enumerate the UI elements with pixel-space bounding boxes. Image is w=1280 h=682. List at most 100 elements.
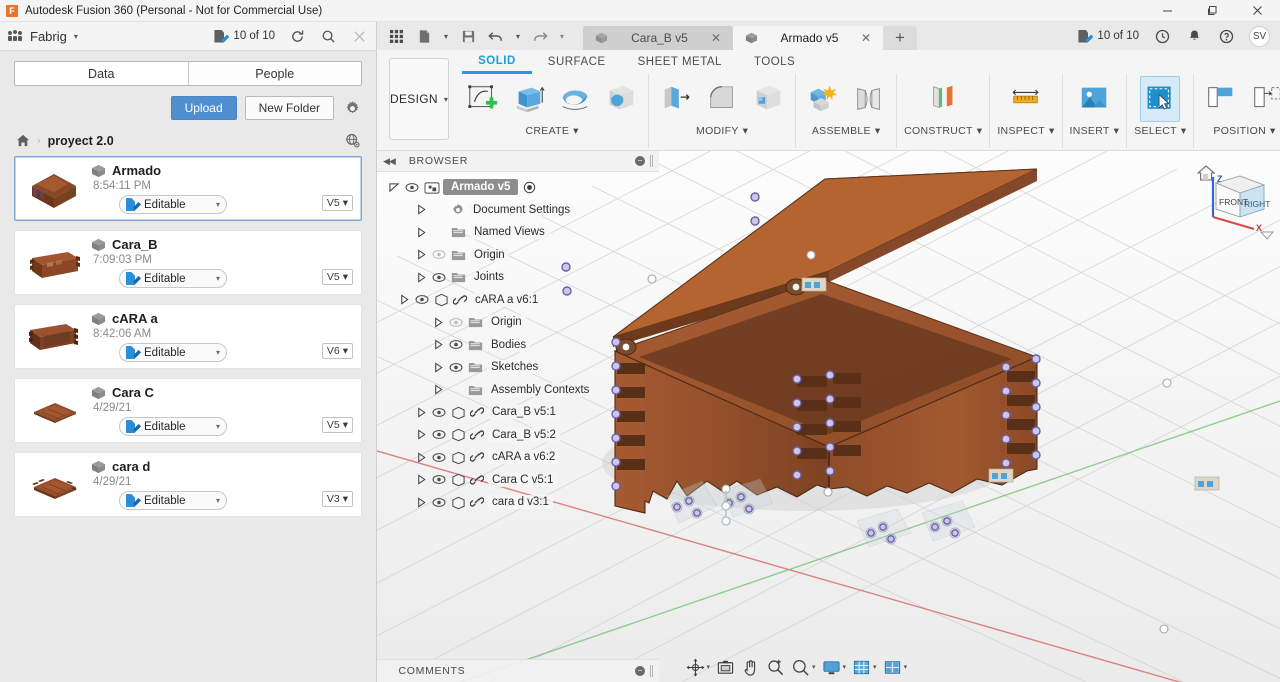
tree-node-root[interactable]: Armado v5	[377, 176, 659, 199]
extrude-icon[interactable]	[509, 76, 549, 122]
expand-triangle-icon[interactable]	[433, 339, 444, 350]
tree-node[interactable]: Assembly Contexts	[377, 379, 659, 402]
expand-triangle-icon[interactable]	[416, 204, 427, 215]
tree-node[interactable]: Cara_B v5:1	[377, 401, 659, 424]
zoom-icon[interactable]: ▾	[789, 655, 818, 679]
expand-triangle-icon[interactable]	[416, 227, 427, 238]
redo-dropdown-icon[interactable]: ▾	[555, 24, 569, 48]
panel-label[interactable]: CREATE ▾	[526, 125, 579, 137]
panel-label[interactable]: MODIFY ▾	[696, 125, 748, 137]
grid-snaps-icon[interactable]: ▾	[850, 655, 879, 679]
viewport-3d[interactable]: ◀◀ BROWSER − Armado v5 Document Settings…	[377, 151, 1280, 682]
visibility-eye-icon[interactable]	[449, 317, 463, 328]
visibility-eye-icon[interactable]	[432, 474, 446, 485]
tree-node[interactable]: Cara C v5:1	[377, 469, 659, 492]
save-icon[interactable]	[455, 24, 481, 48]
revolve-icon[interactable]	[555, 76, 595, 122]
collapse-comments-icon[interactable]	[383, 666, 385, 676]
bell-icon[interactable]	[1185, 27, 1203, 45]
visibility-eye-icon[interactable]	[432, 249, 446, 260]
minimize-comments-icon[interactable]: −	[635, 666, 645, 676]
visibility-eye-icon[interactable]	[405, 182, 419, 193]
job-status[interactable]: 10 of 10	[1078, 29, 1139, 43]
tab-tools[interactable]: TOOLS	[738, 50, 811, 74]
tree-node[interactable]: Sketches	[377, 356, 659, 379]
tab-solid[interactable]: SOLID	[462, 50, 532, 74]
new-component-icon[interactable]	[803, 76, 843, 122]
new-folder-button[interactable]: New Folder	[244, 96, 334, 120]
fillet-icon[interactable]	[702, 76, 742, 122]
app-grid-icon[interactable]	[383, 24, 409, 48]
expand-triangle-icon[interactable]	[389, 182, 400, 193]
close-button[interactable]	[1235, 0, 1280, 22]
radio-on-icon[interactable]	[523, 181, 536, 194]
minimize-panel-icon[interactable]: −	[635, 156, 645, 166]
hub-selector[interactable]: Fabrig ▾	[8, 29, 78, 44]
visibility-eye-icon[interactable]	[449, 362, 463, 373]
view-cube[interactable]: Z X FRONT RIGHT	[1188, 155, 1274, 241]
visibility-eye-icon[interactable]	[432, 272, 446, 283]
expand-triangle-icon[interactable]	[416, 272, 427, 283]
maximize-button[interactable]	[1190, 0, 1235, 22]
tree-node[interactable]: Joints	[377, 266, 659, 289]
list-item[interactable]: Armado 8:54:11 PM Editable ▾ V5 ▾	[14, 156, 362, 221]
search-icon[interactable]	[319, 27, 337, 45]
version-chip[interactable]: V3 ▾	[321, 491, 353, 507]
expand-triangle-icon[interactable]	[416, 497, 427, 508]
list-item[interactable]: Cara_B 7:09:03 PM Editable ▾ V5 ▾	[14, 230, 362, 295]
move-copy-icon[interactable]	[1247, 76, 1280, 122]
tree-node[interactable]: Origin	[377, 311, 659, 334]
status-badge[interactable]: Editable ▾	[119, 343, 227, 362]
undo-icon[interactable]	[483, 24, 509, 48]
pan-icon[interactable]	[739, 655, 762, 679]
visibility-eye-icon[interactable]	[432, 497, 446, 508]
workspace-switcher[interactable]: DESIGN ▾	[389, 58, 450, 140]
help-icon[interactable]	[1217, 27, 1235, 45]
tab-data[interactable]: Data	[15, 62, 188, 85]
visibility-eye-icon[interactable]	[432, 429, 446, 440]
close-panel-icon[interactable]	[350, 27, 368, 45]
close-icon[interactable]: ✕	[861, 31, 871, 45]
tab-sheet-metal[interactable]: SHEET METAL	[622, 50, 738, 74]
tree-node[interactable]: cARA a v6:2	[377, 446, 659, 469]
tab-document-armado[interactable]: Armado v5 ✕	[733, 26, 883, 50]
tab-document-cara-b[interactable]: Cara_B v5 ✕	[583, 26, 733, 50]
viewports-icon[interactable]: ▾	[881, 655, 910, 679]
tree-node[interactable]: Origin	[377, 244, 659, 267]
version-chip[interactable]: V5 ▾	[321, 417, 353, 433]
minimize-button[interactable]	[1145, 0, 1190, 22]
job-status[interactable]: 10 of 10	[214, 29, 275, 43]
new-tab-button[interactable]: +	[883, 26, 917, 50]
tree-node[interactable]: Cara_B v5:2	[377, 424, 659, 447]
upload-button[interactable]: Upload	[170, 96, 237, 120]
display-settings-icon[interactable]: ▾	[820, 655, 849, 679]
expand-triangle-icon[interactable]	[416, 452, 427, 463]
close-icon[interactable]: ✕	[711, 31, 721, 45]
expand-triangle-icon[interactable]	[416, 474, 427, 485]
breadcrumb-project[interactable]: proyect 2.0	[48, 134, 114, 148]
measure-icon[interactable]	[1006, 76, 1046, 122]
visibility-eye-icon[interactable]	[432, 407, 446, 418]
create-sketch-icon[interactable]	[463, 76, 503, 122]
redo-icon[interactable]	[527, 24, 553, 48]
tab-people[interactable]: People	[187, 62, 361, 85]
clock-icon[interactable]	[1153, 27, 1171, 45]
tree-node[interactable]: Document Settings	[377, 199, 659, 222]
insert-image-icon[interactable]	[1074, 76, 1114, 122]
visibility-eye-icon[interactable]	[415, 294, 429, 305]
select-window-icon[interactable]	[1140, 76, 1181, 122]
tab-surface[interactable]: SURFACE	[532, 50, 622, 74]
joint-icon[interactable]	[849, 76, 889, 122]
version-chip[interactable]: V5 ▾	[321, 269, 353, 285]
expand-triangle-icon[interactable]	[433, 384, 444, 395]
orbit-icon[interactable]: ▾	[684, 655, 713, 679]
expand-triangle-icon[interactable]	[416, 249, 427, 260]
panel-label[interactable]: INSERT ▾	[1070, 125, 1120, 137]
status-badge[interactable]: Editable ▾	[119, 195, 227, 214]
version-chip[interactable]: V6 ▾	[321, 343, 353, 359]
expand-triangle-icon[interactable]	[416, 407, 427, 418]
list-item[interactable]: cARA a 8:42:06 AM Editable ▾ V6 ▾	[14, 304, 362, 369]
expand-triangle-icon[interactable]	[433, 317, 444, 328]
globe-icon[interactable]	[345, 133, 360, 148]
shell-icon[interactable]	[748, 76, 788, 122]
